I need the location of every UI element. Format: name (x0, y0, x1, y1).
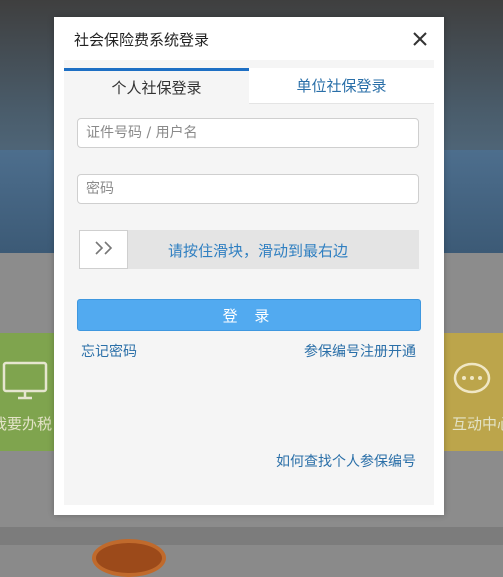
background-tile-tax: 我要办税 (0, 333, 54, 451)
slide-verify-text: 请按住滑块，滑动到最右边 (168, 242, 349, 260)
login-button[interactable]: 登 录 (77, 299, 421, 331)
forgot-password-link[interactable]: 忘记密码 (81, 341, 137, 361)
background-tile-interaction: 互动中心 (444, 333, 503, 451)
lookup-id-link[interactable]: 如何查找个人参保编号 (276, 451, 416, 471)
slide-verify-track: 请按住滑块，滑动到最右边 (79, 230, 419, 269)
close-icon[interactable] (410, 29, 430, 49)
background-tile-tax-label: 我要办税 (0, 415, 52, 433)
monitor-icon (2, 361, 48, 405)
chat-icon (452, 361, 496, 405)
register-link[interactable]: 参保编号注册开通 (304, 341, 416, 361)
login-modal: 社会保险费系统登录 个人社保登录 单位社保登录 请按 (54, 17, 444, 515)
tab-company-login[interactable]: 单位社保登录 (249, 68, 434, 104)
login-tabs: 个人社保登录 单位社保登录 (64, 68, 434, 104)
background-tile-interaction-label: 互动中心 (452, 415, 503, 433)
modal-body: 个人社保登录 单位社保登录 请按住滑块，滑动到最右边 登 录 忘记密码 参保编号… (64, 60, 434, 505)
modal-header: 社会保险费系统登录 (54, 17, 444, 60)
tab-personal-login[interactable]: 个人社保登录 (64, 68, 249, 104)
password-input[interactable] (77, 174, 419, 204)
modal-title: 社会保险费系统登录 (74, 31, 210, 49)
double-chevron-right-icon (93, 240, 115, 260)
slide-verify-handle[interactable] (79, 230, 128, 269)
username-input[interactable] (77, 118, 419, 148)
background-bottom-strip (0, 527, 503, 545)
